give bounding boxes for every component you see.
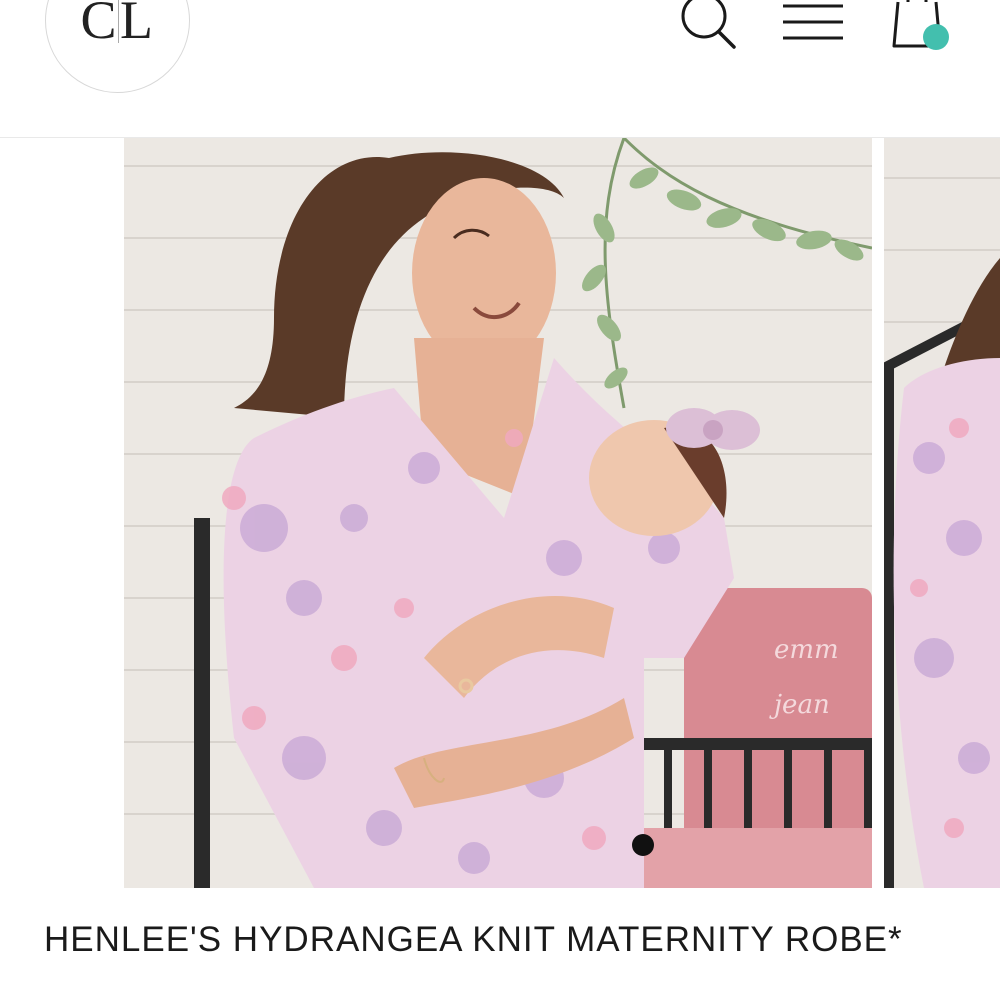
search-icon — [681, 0, 736, 49]
blanket-embroidery: emm — [774, 635, 839, 665]
hamburger-menu-icon — [783, 4, 843, 40]
shopping-bag-icon — [892, 0, 949, 50]
logo-letter-right: L — [120, 0, 155, 50]
carousel-dot-active[interactable] — [632, 834, 654, 856]
next-photo — [884, 138, 1000, 888]
product-image-next-preview[interactable] — [884, 138, 1000, 888]
cart-button[interactable] — [884, 0, 956, 56]
menu-button[interactable] — [780, 0, 846, 46]
product-title: HENLEE'S HYDRANGEA KNIT MATERNITY ROBE* — [44, 920, 903, 959]
svg-text:jean: jean — [769, 690, 830, 720]
search-button[interactable] — [676, 0, 740, 52]
brand-logo[interactable]: CL — [45, 0, 190, 93]
product-image-gallery[interactable]: emm jean — [0, 138, 1000, 888]
site-header: CL — [0, 0, 1000, 138]
product-photo: emm jean — [124, 138, 872, 888]
cart-badge — [923, 24, 949, 50]
product-image-main[interactable]: emm jean — [124, 138, 872, 888]
logo-divider — [118, 0, 119, 43]
logo-letter-left: C — [80, 0, 119, 50]
